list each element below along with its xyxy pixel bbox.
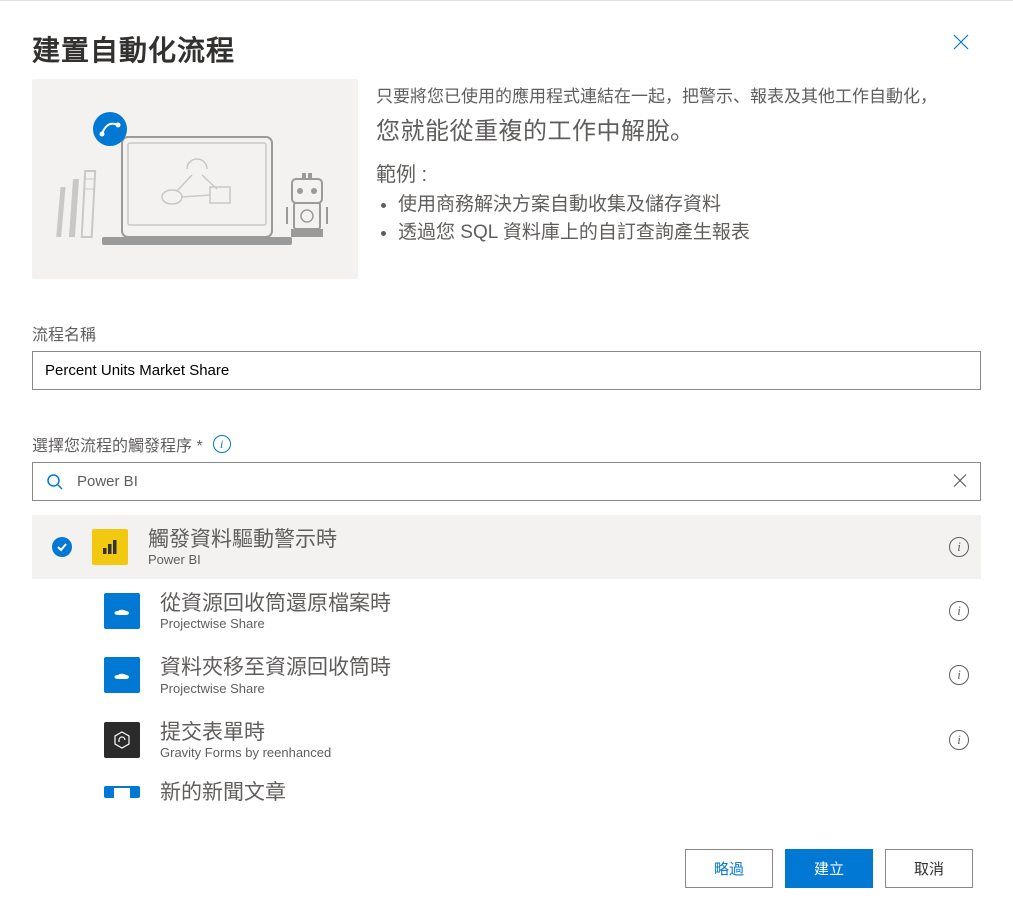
close-button[interactable] [949, 29, 973, 60]
flow-name-label: 流程名稱 [32, 321, 981, 345]
trigger-text: 資料夾移至資源回收筒時 Projectwise Share [160, 655, 929, 695]
close-icon [953, 34, 969, 50]
trigger-text: 提交表單時 Gravity Forms by reenhanced [160, 720, 929, 760]
trigger-text: 觸發資料驅動警示時 Power BI [148, 527, 929, 567]
example-item: 透過您 SQL 資料庫上的自訂查詢產生報表 [398, 219, 981, 248]
close-icon [953, 473, 967, 487]
trigger-item-projectwise-restore[interactable]: 從資源回收筒還原檔案時 Projectwise Share i [32, 579, 981, 643]
projectwise-icon [104, 593, 140, 629]
trigger-search-input[interactable] [32, 462, 981, 501]
trigger-info-button[interactable]: i [949, 537, 969, 557]
trigger-info-button[interactable]: i [949, 730, 969, 750]
powerbi-icon [92, 529, 128, 565]
connector-icon [104, 786, 140, 798]
trigger-title: 提交表單時 [160, 720, 929, 745]
automation-illustration-icon [32, 79, 358, 279]
intro-lead: 只要將您已使用的應用程式連結在一起，把警示、報表及其他工作自動化， [376, 85, 981, 109]
trigger-item-powerbi-alert[interactable]: 觸發資料驅動警示時 Power BI i [32, 515, 981, 579]
trigger-item-projectwise-recycle[interactable]: 資料夾移至資源回收筒時 Projectwise Share i [32, 643, 981, 707]
skip-button[interactable]: 略過 [685, 849, 773, 888]
intro-section: 只要將您已使用的應用程式連結在一起，把警示、報表及其他工作自動化， 您就能從重複… [32, 79, 981, 279]
example-item: 使用商務解決方案自動收集及儲存資料 [398, 191, 981, 220]
trigger-label: 選擇您流程的觸發程序 * [32, 432, 203, 456]
example-label: 範例 : [376, 158, 981, 187]
trigger-text: 新的新聞文章 [160, 780, 969, 805]
trigger-subtitle: Gravity Forms by reenhanced [160, 745, 929, 760]
trigger-subtitle: Projectwise Share [160, 681, 929, 696]
cancel-button[interactable]: 取消 [885, 849, 973, 888]
trigger-label-row: 選擇您流程的觸發程序 * i [32, 432, 981, 456]
projectwise-icon [104, 657, 140, 693]
trigger-title: 從資源回收筒還原檔案時 [160, 591, 929, 616]
trigger-title: 觸發資料驅動警示時 [148, 527, 929, 552]
trigger-info-button[interactable]: i [949, 665, 969, 685]
trigger-text: 從資源回收筒還原檔案時 Projectwise Share [160, 591, 929, 631]
intro-headline: 您就能從重複的工作中解脫。 [376, 111, 981, 146]
build-automated-flow-dialog: 建置自動化流程 [0, 0, 1013, 906]
dialog-title: 建置自動化流程 [32, 29, 235, 69]
illustration [32, 79, 358, 279]
trigger-title: 新的新聞文章 [160, 780, 969, 805]
dialog-content: 只要將您已使用的應用程式連結在一起，把警示、報表及其他工作自動化， 您就能從重複… [0, 73, 1013, 835]
radio-selected-icon [52, 537, 72, 557]
trigger-subtitle: Projectwise Share [160, 616, 929, 631]
intro-text: 只要將您已使用的應用程式連結在一起，把警示、報表及其他工作自動化， 您就能從重複… [376, 79, 981, 248]
gravity-forms-icon [104, 722, 140, 758]
search-icon [46, 473, 64, 491]
flow-name-input[interactable] [32, 351, 981, 390]
info-icon[interactable]: i [213, 435, 231, 453]
trigger-list: 觸發資料驅動警示時 Power BI i 從資源回收筒還原檔案時 Project… [32, 515, 981, 805]
trigger-search-wrap [32, 462, 981, 501]
trigger-item-gravity-forms[interactable]: 提交表單時 Gravity Forms by reenhanced i [32, 708, 981, 772]
example-list: 使用商務解決方案自動收集及儲存資料 透過您 SQL 資料庫上的自訂查詢產生報表 [376, 191, 981, 248]
dialog-footer: 略過 建立 取消 [0, 835, 1013, 906]
trigger-item-news-article[interactable]: 新的新聞文章 [32, 772, 981, 805]
trigger-title: 資料夾移至資源回收筒時 [160, 655, 929, 680]
create-button[interactable]: 建立 [785, 849, 873, 888]
trigger-info-button[interactable]: i [949, 601, 969, 621]
dialog-header: 建置自動化流程 [0, 1, 1013, 69]
clear-search-button[interactable] [953, 471, 967, 492]
trigger-subtitle: Power BI [148, 552, 929, 567]
